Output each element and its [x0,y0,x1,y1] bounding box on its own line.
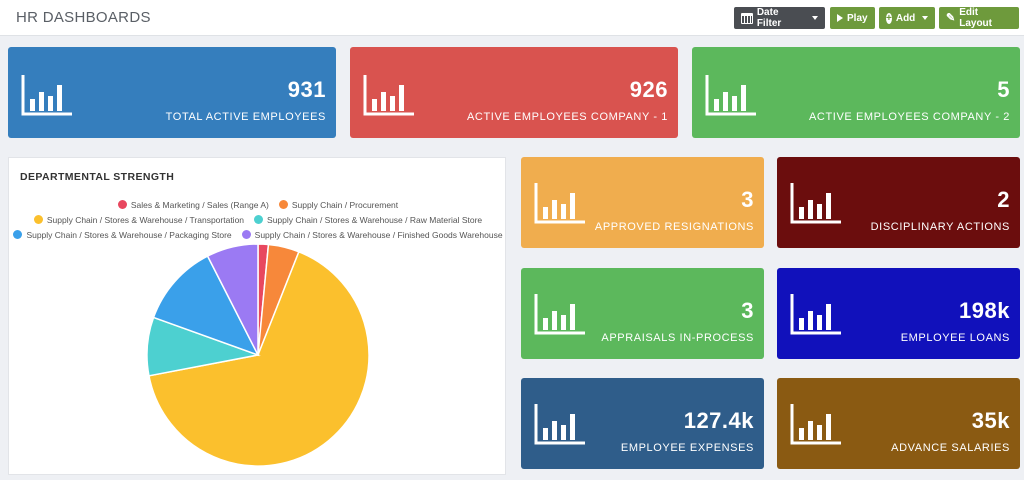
kpi-label: DISCIPLINARY ACTIONS [870,221,1010,233]
kpi-card-total-active-employees[interactable]: 931 TOTAL ACTIVE EMPLOYEES [8,47,336,138]
legend-label: Sales & Marketing / Sales (Range A) [130,199,269,210]
bar-chart-icon [704,73,760,119]
legend-swatch [33,215,43,224]
kpi-value: 5 [997,77,1010,102]
bar-chart-icon [362,73,418,119]
play-icon [837,14,843,22]
legend-item[interactable]: Supply Chain / Stores & Warehouse / Tran… [33,214,245,225]
legend-item[interactable]: Supply Chain / Stores & Warehouse / Pack… [13,229,232,240]
legend-label: Supply Chain / Stores & Warehouse / Pack… [26,229,232,240]
legend-swatch [117,200,127,209]
chevron-down-icon [812,16,818,20]
kpi-card-active-employees-company-2[interactable]: 5 ACTIVE EMPLOYEES COMPANY - 2 [692,47,1020,138]
kpi-value: 931 [287,77,326,102]
bar-chart-icon [789,292,845,338]
kpi-card-appraisals-in-process[interactable]: 3 APPRAISALS IN-PROCESS [521,268,764,359]
kpi-label: EMPLOYEE EXPENSES [620,442,754,454]
kpi-value: 926 [629,77,668,102]
legend-label: Supply Chain / Stores & Warehouse / Fini… [254,229,503,240]
legend-swatch [13,230,23,239]
bar-chart-icon [789,181,845,227]
kpi-value: 3 [741,187,754,212]
play-button[interactable]: Play [830,7,875,29]
edit-layout-button[interactable]: ✎ Edit Layout [939,7,1019,29]
kpi-label: APPRAISALS IN-PROCESS [601,332,754,344]
chart-legend: Sales & Marketing / Sales (Range A) Suppl… [9,197,507,242]
kpi-label: TOTAL ACTIVE EMPLOYEES [165,111,326,123]
departmental-strength-panel: DEPARTMENTAL STRENGTH Sales & Marketing … [8,157,506,475]
legend-swatch [254,215,264,224]
kpi-value: 198k [959,298,1010,323]
kpi-card-approved-resignations[interactable]: 3 APPROVED RESIGNATIONS [521,157,764,248]
legend-swatch [278,200,288,209]
legend-item[interactable]: Sales & Marketing / Sales (Range A) [117,199,269,210]
play-label: Play [847,12,868,24]
kpi-label: ADVANCE SALARIES [891,442,1010,454]
kpi-card-advance-salaries[interactable]: 35k ADVANCE SALARIES [777,378,1020,469]
bar-chart-icon [533,292,589,338]
legend-item[interactable]: Supply Chain / Stores & Warehouse / Fini… [241,229,503,240]
legend-item[interactable]: Supply Chain / Stores & Warehouse / Raw … [254,215,482,225]
kpi-label: ACTIVE EMPLOYEES COMPANY - 2 [809,111,1010,123]
date-filter-label: Date Filter [756,7,782,29]
kpi-value: 3 [741,298,754,323]
chevron-down-icon [922,16,929,20]
bar-chart-icon [20,73,76,119]
bar-chart-icon [789,402,845,448]
bar-chart-icon [533,181,589,227]
kpi-value: 2 [997,187,1010,212]
kpi-value: 35k [971,408,1010,433]
page-title: HR DASHBOARDS [16,9,151,26]
pie-chart[interactable] [146,243,370,467]
kpi-label: APPROVED RESIGNATIONS [594,221,754,233]
add-button[interactable]: + Add [879,7,935,29]
kpi-card-employee-loans[interactable]: 198k EMPLOYEE LOANS [777,268,1020,359]
kpi-label: EMPLOYEE LOANS [900,332,1010,344]
edit-layout-label: Edit Layout [959,7,992,29]
kpi-card-active-employees-company-1[interactable]: 926 ACTIVE EMPLOYEES COMPANY - 1 [350,47,678,138]
add-label: Add [895,12,916,24]
kpi-label: ACTIVE EMPLOYEES COMPANY - 1 [467,111,668,123]
kpi-card-employee-expenses[interactable]: 127.4k EMPLOYEE EXPENSES [521,378,764,469]
top-bar: HR DASHBOARDS Date Filter Play + Add ✎ E… [0,0,1024,36]
legend-label: Supply Chain / Stores & Warehouse / Tran… [46,214,245,225]
legend-swatch [241,230,251,239]
kpi-card-disciplinary-actions[interactable]: 2 DISCIPLINARY ACTIONS [777,157,1020,248]
legend-label: Supply Chain / Stores & Warehouse / Raw … [267,214,483,225]
pencil-icon: ✎ [946,11,956,24]
date-filter-button[interactable]: Date Filter [734,7,825,29]
kpi-value: 127.4k [683,408,754,433]
bar-chart-icon [533,402,589,448]
legend-label: Supply Chain / Procurement [291,199,399,210]
calendar-icon [741,12,753,24]
plus-circle-icon: + [886,12,892,24]
panel-title: DEPARTMENTAL STRENGTH [20,171,175,183]
legend-item[interactable]: Supply Chain / Procurement [278,199,399,210]
